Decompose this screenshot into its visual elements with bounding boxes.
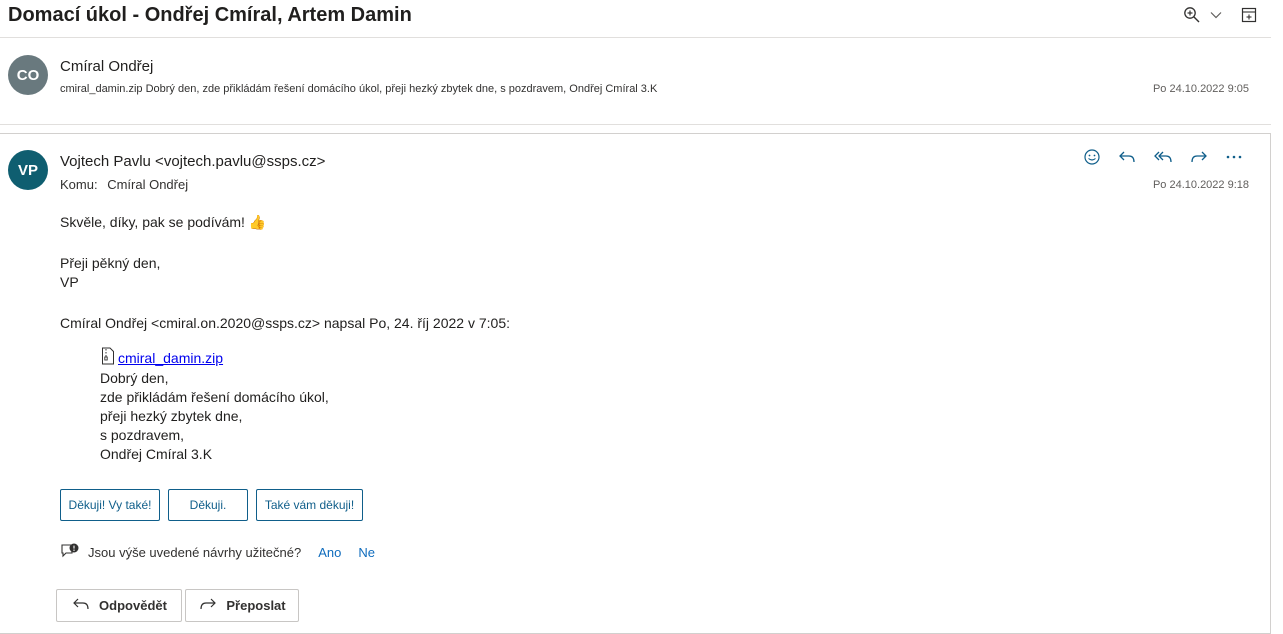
feedback-question: Jsou výše uvedené návrhy užitečné? bbox=[88, 545, 302, 560]
body-line: Přeji pěkný den, bbox=[60, 255, 161, 271]
feedback-yes-link[interactable]: Ano bbox=[318, 545, 341, 560]
attachment-link[interactable]: cmiral_damin.zip bbox=[100, 347, 223, 371]
message-date: Po 24.10.2022 9:18 bbox=[1152, 179, 1249, 191]
recipient-label: Komu: bbox=[60, 177, 98, 192]
reply-all-icon[interactable] bbox=[1153, 148, 1173, 166]
avatar: CO bbox=[8, 55, 48, 95]
open-in-window-icon[interactable] bbox=[1241, 7, 1257, 23]
message-divider bbox=[0, 124, 1271, 125]
attachment-name[interactable]: cmiral_damin.zip bbox=[118, 349, 223, 369]
quote-line: přeji hezký zbytek dne, bbox=[100, 408, 243, 424]
feedback-no-link[interactable]: Ne bbox=[358, 545, 375, 560]
reply-icon bbox=[71, 596, 91, 615]
message-actions bbox=[1083, 148, 1243, 166]
header-divider bbox=[0, 37, 1271, 38]
reply-button[interactable]: Odpovědět bbox=[56, 589, 182, 622]
recipient-name[interactable]: Cmíral Ondřej bbox=[107, 177, 188, 192]
forward-icon bbox=[198, 596, 218, 615]
forward-icon[interactable] bbox=[1189, 148, 1209, 166]
suggested-reply-button[interactable]: Děkuji! Vy také! bbox=[60, 489, 160, 521]
smiley-icon[interactable] bbox=[1083, 148, 1101, 166]
more-icon[interactable] bbox=[1225, 148, 1243, 166]
feedback-icon bbox=[60, 542, 80, 563]
body-line: VP bbox=[60, 274, 79, 290]
chevron-down-icon[interactable] bbox=[1209, 8, 1223, 22]
quote-line: Ondřej Cmíral 3.K bbox=[100, 446, 213, 462]
message-sender[interactable]: Cmíral Ondřej bbox=[60, 58, 153, 75]
zoom-icon[interactable] bbox=[1183, 6, 1201, 24]
zip-file-icon bbox=[100, 347, 116, 371]
quote-line: zde přikládám řešení domácího úkol, bbox=[100, 389, 329, 405]
forward-button[interactable]: Přeposlat bbox=[185, 589, 299, 622]
reply-icon[interactable] bbox=[1117, 148, 1137, 166]
quote-line: s pozdravem, bbox=[100, 427, 185, 443]
suggested-reply-button[interactable]: Děkuji. bbox=[168, 489, 248, 521]
quote-line: Dobrý den, bbox=[100, 370, 169, 386]
message-preview[interactable]: cmiral_damin.zip Dobrý den, zde přikládá… bbox=[60, 83, 657, 95]
header-toolbar bbox=[1183, 6, 1257, 24]
avatar: VP bbox=[8, 150, 48, 190]
suggestion-feedback: Jsou výše uvedené návrhy užitečné? Ano N… bbox=[60, 542, 375, 563]
body-line: Skvěle, díky, pak se podívám! 👍 bbox=[60, 214, 267, 230]
forward-label: Přeposlat bbox=[226, 598, 286, 613]
message-sender[interactable]: Vojtech Pavlu <vojtech.pavlu@ssps.cz> bbox=[60, 153, 325, 170]
quote-header: Cmíral Ondřej <cmiral.on.2020@ssps.cz> n… bbox=[60, 315, 510, 331]
thread-subject: Domací úkol - Ondřej Cmíral, Artem Damin bbox=[8, 4, 412, 26]
suggested-reply-button[interactable]: Také vám děkuji! bbox=[256, 489, 363, 521]
reply-label: Odpovědět bbox=[99, 598, 167, 613]
recipient-line: Komu: Cmíral Ondřej bbox=[60, 177, 188, 192]
message-date: Po 24.10.2022 9:05 bbox=[1152, 83, 1249, 95]
